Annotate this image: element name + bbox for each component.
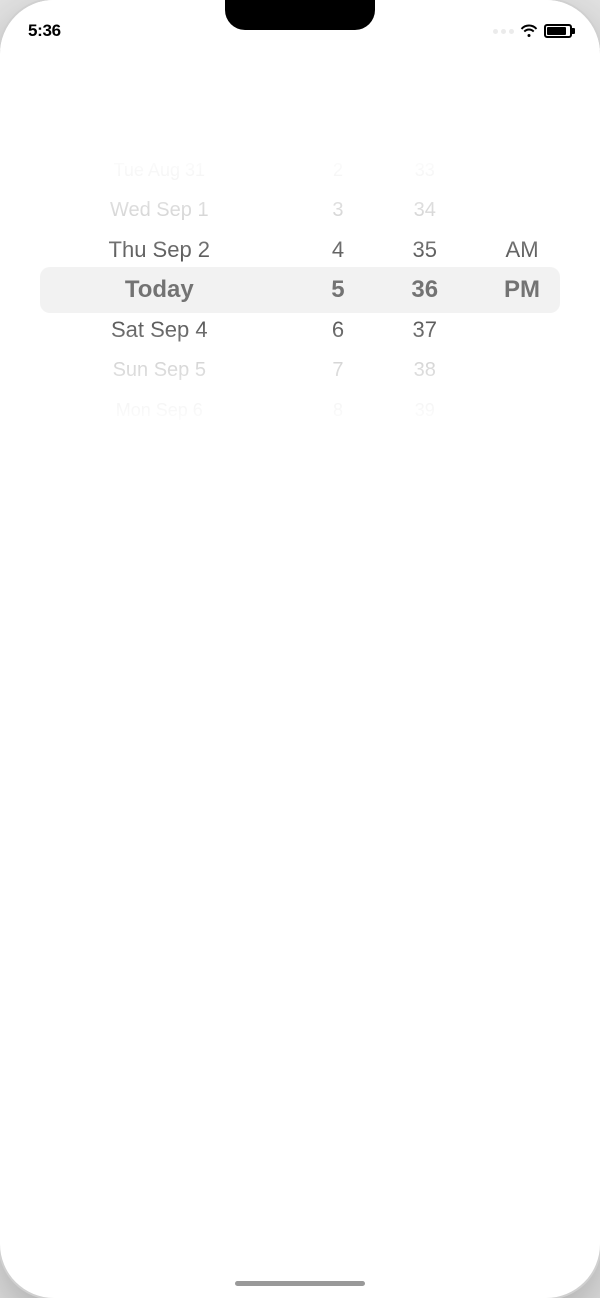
list-item[interactable]: Wed Sep 1 (40, 190, 279, 230)
list-item[interactable]: Sun Sep 5 (40, 350, 279, 390)
list-item[interactable]: 34 (381, 190, 468, 230)
list-item[interactable] (484, 310, 560, 350)
home-indicator (235, 1281, 365, 1286)
phone-frame: 5:36 (0, 0, 600, 1298)
list-item[interactable]: Thu Sep 2 (40, 230, 279, 270)
list-item[interactable] (484, 190, 560, 230)
list-item[interactable]: PM (484, 270, 560, 310)
picker-col-date[interactable]: Tue Aug 31 Wed Sep 1 Thu Sep 2 Today Sat… (40, 150, 295, 430)
date-time-picker[interactable]: Tue Aug 31 Wed Sep 1 Thu Sep 2 Today Sat… (0, 150, 600, 430)
notch (225, 0, 375, 30)
list-item[interactable]: Sat Sep 4 (40, 310, 279, 350)
list-item[interactable]: 7 (295, 350, 382, 390)
picker-col-hour[interactable]: 2 3 4 5 6 7 8 (295, 150, 382, 430)
wifi-icon (520, 23, 538, 40)
list-item[interactable]: AM (484, 230, 560, 270)
list-item[interactable] (484, 390, 560, 430)
list-item[interactable]: Mon Sep 6 (40, 390, 279, 430)
list-item[interactable]: Tue Aug 31 (40, 150, 279, 190)
picker-col-ampm[interactable]: AM PM (468, 150, 560, 430)
status-time: 5:36 (28, 21, 61, 41)
list-item[interactable]: 8 (295, 390, 382, 430)
list-item[interactable]: 3 (295, 190, 382, 230)
battery-icon (544, 24, 572, 38)
picker-wheel[interactable]: Tue Aug 31 Wed Sep 1 Thu Sep 2 Today Sat… (40, 150, 560, 430)
list-item[interactable]: Today (40, 270, 279, 310)
list-item[interactable]: 4 (295, 230, 382, 270)
picker-columns: Tue Aug 31 Wed Sep 1 Thu Sep 2 Today Sat… (40, 150, 560, 430)
picker-col-minute[interactable]: 33 34 35 36 37 38 39 (381, 150, 468, 430)
list-item[interactable]: 35 (381, 230, 468, 270)
signal-icon (493, 29, 514, 34)
list-item[interactable]: 2 (295, 150, 382, 190)
list-item[interactable]: 39 (381, 390, 468, 430)
list-item[interactable]: 33 (381, 150, 468, 190)
list-item[interactable] (484, 150, 560, 190)
list-item[interactable]: 36 (381, 270, 468, 310)
list-item[interactable]: 38 (381, 350, 468, 390)
list-item[interactable]: 6 (295, 310, 382, 350)
list-item[interactable]: 37 (381, 310, 468, 350)
list-item[interactable] (484, 350, 560, 390)
list-item[interactable]: 5 (295, 270, 382, 310)
status-icons (493, 23, 572, 40)
